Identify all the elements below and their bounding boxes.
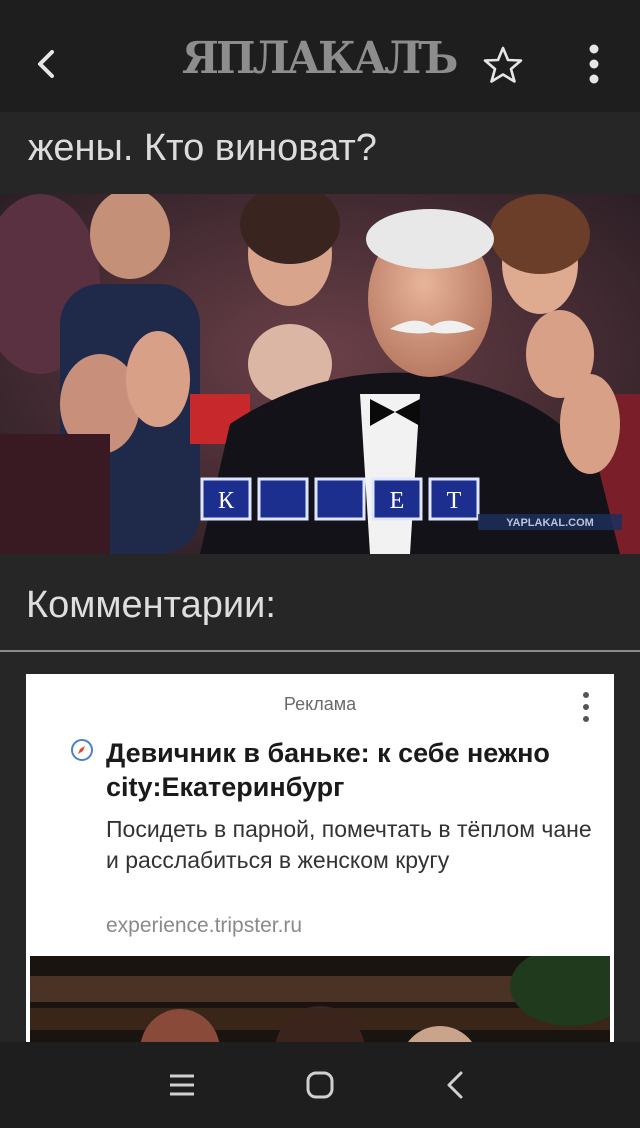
tv-show-scene: К Е Т YAPLAKAL.COM <box>0 194 640 554</box>
more-vertical-icon <box>589 44 599 84</box>
home-button[interactable] <box>298 1063 342 1107</box>
article-image[interactable]: К Е Т YAPLAKAL.COM <box>0 194 640 554</box>
system-navigation-bar <box>0 1042 640 1128</box>
recent-apps-icon <box>170 1074 194 1096</box>
favorite-button[interactable] <box>482 44 524 86</box>
comments-heading: Комментарии: <box>26 584 276 626</box>
ad-label: Реклама <box>283 694 357 714</box>
recent-apps-button[interactable] <box>160 1063 204 1107</box>
ad-menu-button[interactable] <box>576 690 596 724</box>
letter-box: К <box>200 477 252 521</box>
app-header: ЯПЛАКАЛЪ <box>0 0 640 112</box>
back-icon <box>447 1071 463 1099</box>
article-title: жены. Кто виноват? <box>28 127 377 169</box>
ad-block[interactable]: Реклама Девичник в баньке: к себе нежно … <box>26 674 614 1054</box>
ad-image[interactable] <box>30 956 610 1054</box>
compass-icon <box>70 738 94 762</box>
chevron-left-icon <box>38 50 54 78</box>
more-menu-button[interactable] <box>576 40 612 88</box>
ad-title[interactable]: Девичник в баньке: к себе нежно city:Ека… <box>106 736 606 804</box>
watermark-text: YAPLAKAL.COM <box>506 517 594 529</box>
home-icon <box>306 1071 334 1099</box>
back-button[interactable] <box>22 40 70 88</box>
ad-photo <box>30 956 610 1054</box>
ad-description: Посидеть в парной, помечтать в тёплом ча… <box>106 816 592 873</box>
star-outline-icon <box>483 46 523 83</box>
letter-e: Е <box>390 488 405 514</box>
more-vertical-icon <box>583 692 589 722</box>
letter-box: Е <box>371 477 423 521</box>
letter-puzzle: К Е Т <box>200 477 480 521</box>
letter-t: Т <box>447 488 462 514</box>
letter-box: Т <box>428 477 480 521</box>
system-back-button[interactable] <box>434 1063 478 1107</box>
letter-k: К <box>218 488 235 514</box>
letter-box <box>257 477 309 521</box>
letter-box <box>314 477 366 521</box>
divider <box>0 650 640 652</box>
site-logo[interactable]: ЯПЛАКАЛЪ <box>182 34 458 84</box>
ad-url[interactable]: experience.tripster.ru <box>106 914 302 938</box>
